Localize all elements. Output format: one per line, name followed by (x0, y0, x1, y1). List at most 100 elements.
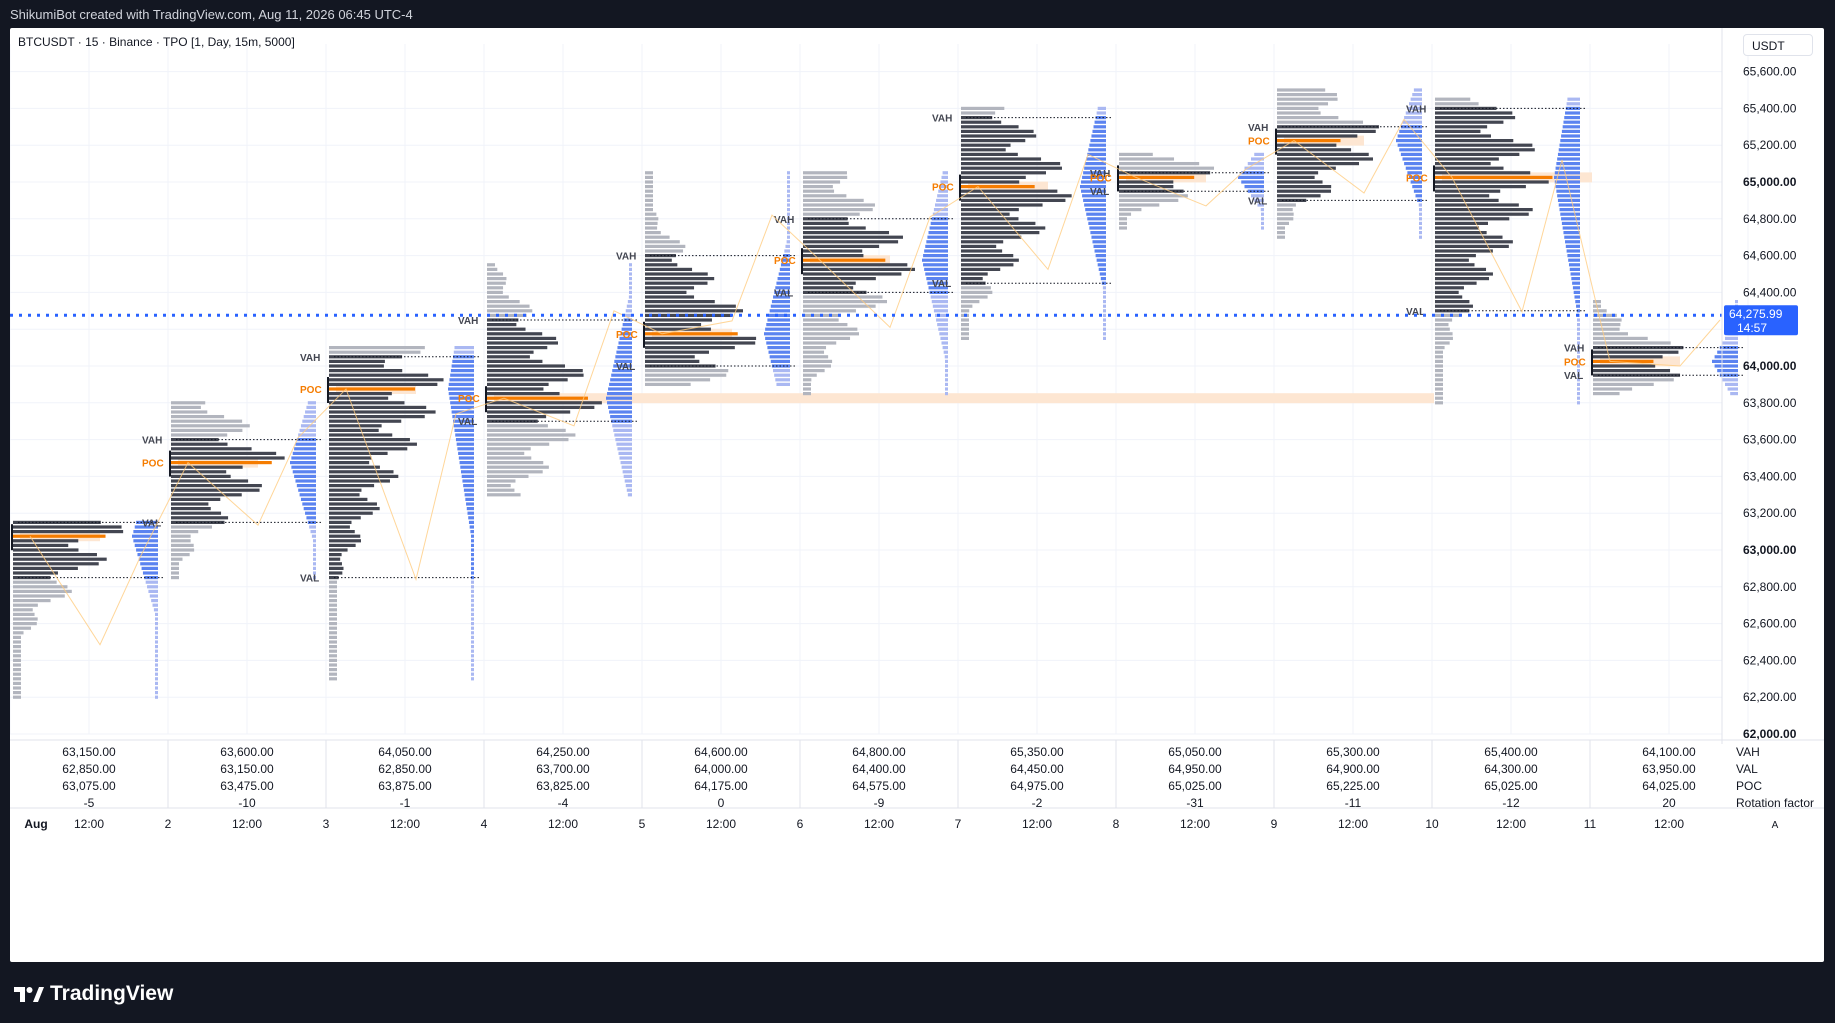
tpo-row (803, 300, 887, 304)
tpo-row (329, 461, 370, 465)
tpo-row (487, 369, 583, 373)
tpo-row (13, 571, 58, 575)
tpo-row (961, 332, 969, 336)
tpo-row (1435, 281, 1477, 285)
volume-profile-row (616, 350, 632, 354)
volume-profile-row (155, 612, 158, 616)
volume-profile-row (306, 516, 316, 520)
tpo-row (13, 603, 38, 607)
tpo-row (1435, 327, 1450, 331)
volume-profile-row (945, 392, 948, 396)
price-line (29, 118, 1721, 646)
tpo-row (329, 415, 425, 419)
tpo-row (1277, 120, 1364, 124)
tpo-row (329, 631, 337, 635)
tpo-row (487, 392, 560, 396)
tpo-row (329, 378, 444, 382)
volume-profile-row (468, 520, 474, 524)
price-axis-label: 63,400.00 (1743, 469, 1797, 483)
tpo-row (329, 589, 337, 593)
time-axis-label: 12:00 (548, 817, 578, 831)
time-axis-label: 12:00 (1338, 817, 1368, 831)
tpo-row (803, 378, 812, 382)
tpo-row (803, 258, 886, 262)
volume-profile-row (607, 401, 632, 405)
volume-profile-row (924, 249, 948, 253)
volume-profile-row (941, 341, 948, 345)
tpo-row (1277, 129, 1376, 133)
tpo-row (645, 185, 653, 189)
tpo-row (961, 240, 1004, 244)
volume-profile-row (937, 323, 948, 327)
volume-profile-row (303, 507, 316, 511)
tpo-row (171, 428, 243, 432)
tpo-row (1593, 364, 1656, 368)
tpo-row (645, 258, 672, 262)
volume-profile-row (1086, 212, 1106, 216)
volume-profile-row (1559, 143, 1580, 147)
tpo-chart[interactable]: VAH VAL POC VAH VAL POC VAH VAL POC VAH VAL POC VAH V… (10, 28, 1824, 962)
volume-profile-row (1260, 208, 1264, 212)
volume-profile-row (305, 511, 316, 515)
tpo-row (329, 520, 352, 524)
chart-frame[interactable]: VAH VAL POC VAH VAL POC VAH VAL POC VAH VAL POC VAH V… (10, 28, 1824, 962)
volume-profile-row (942, 346, 948, 350)
time-axis-label: 12:00 (232, 817, 262, 831)
tpo-row (13, 695, 21, 699)
volume-profile-row (463, 484, 474, 488)
volume-profile-row (1558, 203, 1580, 207)
tpo-row (645, 212, 657, 216)
tpo-row (329, 382, 438, 386)
currency-unit-button[interactable]: USDT (1743, 34, 1813, 56)
tpo-row (961, 203, 1043, 207)
volume-profile-row (1094, 249, 1106, 253)
volume-profile-row (787, 175, 790, 179)
volume-profile-row (1094, 120, 1106, 124)
volume-profile-row (767, 318, 790, 322)
volume-profile-row (295, 479, 316, 483)
stats-table-cell: 64,950.00 (1168, 762, 1222, 776)
tpo-row (171, 543, 194, 547)
volume-profile-row (1563, 231, 1580, 235)
tpo-row (13, 681, 21, 685)
stats-table-cell: 63,075.00 (62, 779, 116, 793)
tpo-row (329, 557, 341, 561)
volume-profile-row (133, 539, 158, 543)
volume-profile-row (1568, 258, 1580, 262)
volume-profile-row (1085, 162, 1106, 166)
volume-profile-row (1091, 134, 1106, 138)
tpo-row (961, 231, 1040, 235)
tpo-row (1435, 185, 1526, 189)
tpo-row (1435, 313, 1461, 317)
volume-profile-row (945, 369, 948, 373)
stats-table-cell: 65,025.00 (1168, 779, 1222, 793)
tpo-row (961, 175, 1026, 179)
tpo-row (1119, 162, 1200, 166)
tpo-row (487, 405, 595, 409)
tradingview-logo[interactable]: TradingView (14, 982, 173, 1006)
tpo-row (13, 677, 21, 681)
tpo-row (803, 341, 837, 345)
volume-profile-row (141, 566, 158, 570)
tpo-row (487, 401, 602, 405)
symbol-legend[interactable]: BTCUSDT · 15 · Binance · TPO [1, Day, 15… (18, 35, 295, 49)
volume-profile-row (1559, 208, 1580, 212)
volume-profile-row (1396, 139, 1422, 143)
volume-profile-row (155, 617, 158, 621)
volume-profile-row (779, 267, 790, 271)
volume-profile-row (1088, 221, 1106, 225)
tpo-row (803, 231, 890, 235)
volume-profile-row (471, 672, 474, 676)
poc-label: POC (300, 385, 322, 396)
volume-profile-row (1093, 244, 1106, 248)
tpo-row (961, 148, 1006, 152)
tpo-row (1277, 93, 1337, 97)
volume-profile-row (468, 516, 474, 520)
tpo-row (1593, 382, 1654, 386)
volume-profile-row (471, 612, 474, 616)
tpo-row (171, 405, 201, 409)
tpo-row (961, 235, 1022, 239)
tpo-row (961, 152, 1018, 156)
volume-profile-row (622, 323, 632, 327)
tpo-row (961, 129, 1034, 133)
